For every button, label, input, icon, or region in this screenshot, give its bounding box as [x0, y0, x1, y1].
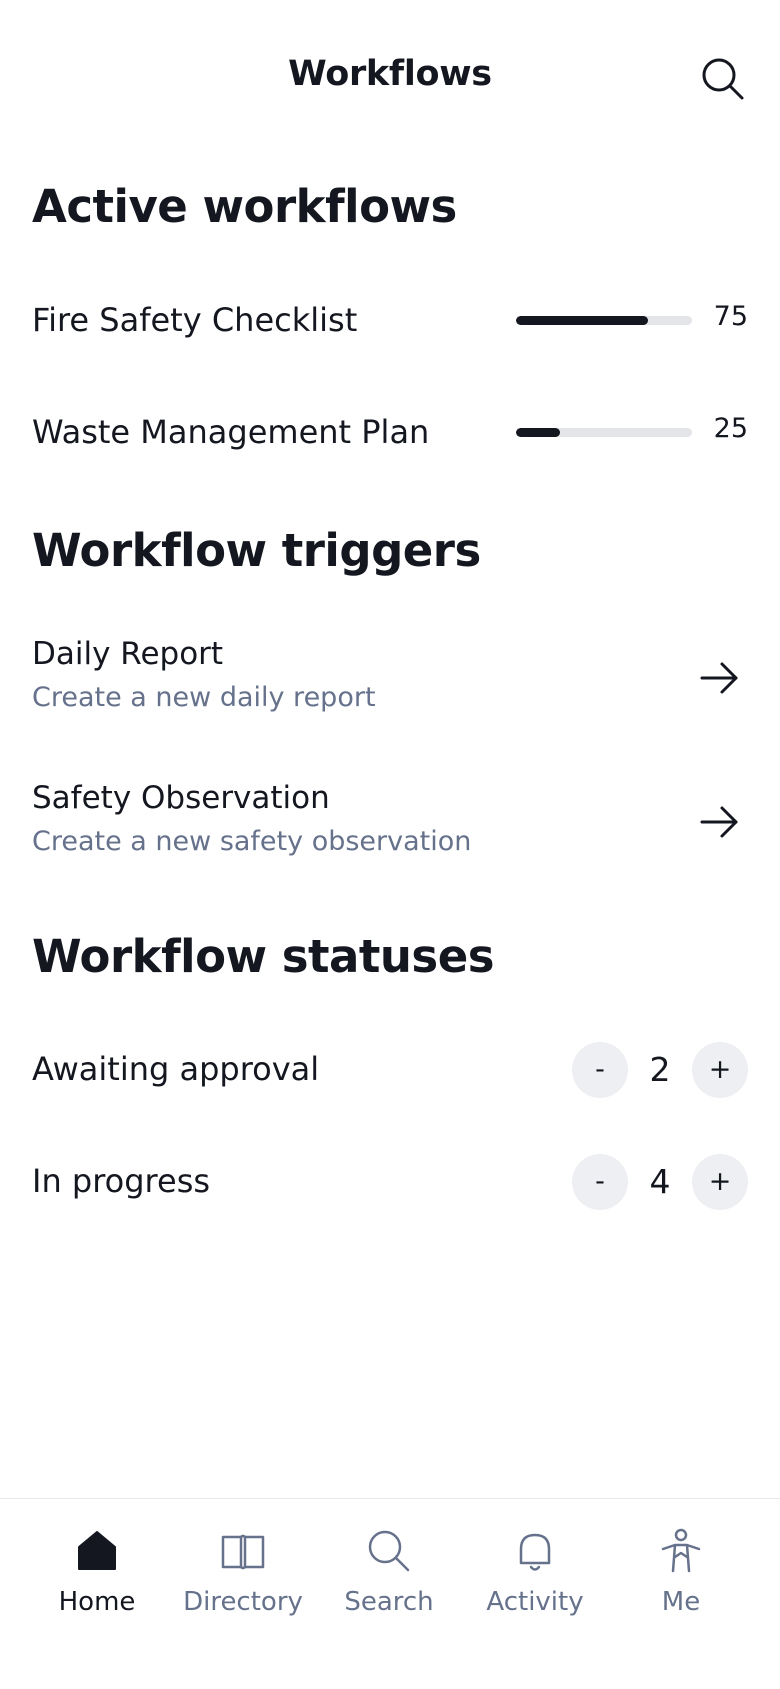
workflow-statuses-title: Workflow statuses — [32, 930, 495, 983]
status-row: Awaiting approval - 2 + — [0, 1042, 780, 1098]
tab-label: Activity — [486, 1587, 584, 1617]
progress-bar — [516, 428, 692, 437]
tab-search[interactable]: Search — [316, 1499, 462, 1639]
trigger-title: Daily Report — [32, 636, 224, 672]
header: Workflows — [0, 0, 780, 160]
increment-button[interactable]: + — [692, 1154, 748, 1210]
progress-fill — [516, 428, 560, 437]
tab-label: Directory — [183, 1587, 303, 1617]
tab-label: Search — [344, 1587, 434, 1617]
search-icon[interactable] — [700, 56, 746, 102]
trigger-row-safety-observation[interactable]: Safety Observation Create a new safety o… — [0, 780, 780, 860]
workflow-name: Fire Safety Checklist — [32, 301, 358, 339]
status-label: In progress — [32, 1162, 211, 1200]
person-icon — [657, 1527, 705, 1575]
status-row: In progress - 4 + — [0, 1154, 780, 1210]
tab-label: Me — [661, 1587, 701, 1617]
tab-me[interactable]: Me — [608, 1499, 754, 1639]
tab-activity[interactable]: Activity — [462, 1499, 608, 1639]
workflow-name: Waste Management Plan — [32, 413, 430, 451]
search-icon — [365, 1527, 413, 1575]
bell-icon — [511, 1527, 559, 1575]
tab-home[interactable]: Home — [24, 1499, 170, 1639]
trigger-row-daily-report[interactable]: Daily Report Create a new daily report — [0, 636, 780, 716]
tab-label: Home — [58, 1587, 136, 1617]
progress-fill — [516, 316, 648, 325]
trigger-title: Safety Observation — [32, 780, 330, 816]
workflow-triggers-title: Workflow triggers — [32, 524, 481, 577]
increment-button[interactable]: + — [692, 1042, 748, 1098]
page-title: Workflows — [288, 54, 492, 94]
decrement-button[interactable]: - — [572, 1154, 628, 1210]
status-label: Awaiting approval — [32, 1050, 320, 1088]
status-count: 2 — [649, 1050, 671, 1089]
progress-bar — [516, 316, 692, 325]
status-count: 4 — [649, 1162, 671, 1201]
arrow-right-icon[interactable] — [698, 656, 742, 700]
arrow-right-icon[interactable] — [698, 800, 742, 844]
progress-value: 25 — [713, 413, 748, 444]
book-icon — [219, 1527, 267, 1575]
tab-bar: Home Directory Search Activity Me — [0, 1498, 780, 1689]
active-workflows-title: Active workflows — [32, 180, 457, 233]
progress-value: 75 — [713, 301, 748, 332]
trigger-subtitle: Create a new daily report — [32, 682, 376, 713]
trigger-subtitle: Create a new safety observation — [32, 826, 472, 857]
decrement-button[interactable]: - — [572, 1042, 628, 1098]
home-icon — [73, 1527, 121, 1575]
tab-directory[interactable]: Directory — [170, 1499, 316, 1639]
